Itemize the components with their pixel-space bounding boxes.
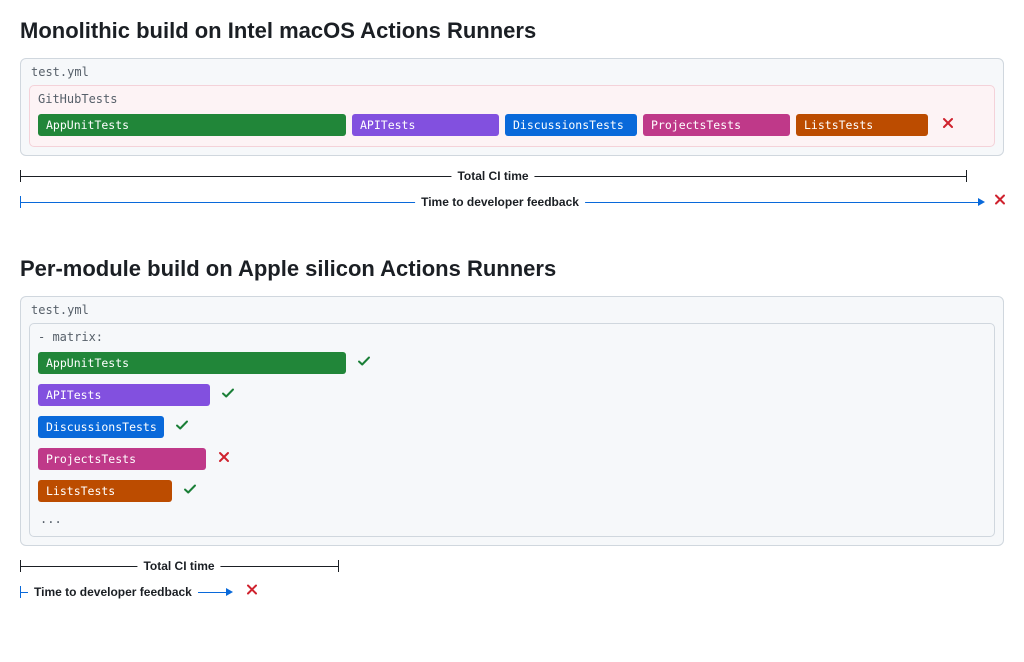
x-icon [940, 115, 956, 131]
workflow-job-container: GitHubTests AppUnitTests APITests Discussi… [29, 85, 995, 147]
timeline-group: Total CI time Time to developer feedback [20, 168, 1004, 210]
feedback-label: Time to developer feedback [28, 585, 198, 599]
check-icon [174, 417, 190, 433]
matrix-row-appunittests: AppUnitTests [38, 352, 986, 374]
workflow-job-container: - matrix: AppUnitTests APITests Discussion… [29, 323, 995, 537]
test-bar-label: ListsTests [804, 118, 873, 132]
workflow-card: test.yml - matrix: AppUnitTests APITests D… [20, 296, 1004, 546]
matrix-row-projectstests: ProjectsTests [38, 448, 986, 470]
x-icon [216, 449, 232, 465]
test-bar-appunittests: AppUnitTests [38, 114, 346, 136]
check-icon [220, 385, 236, 401]
test-bar-label: DiscussionsTests [46, 420, 157, 434]
x-icon [992, 192, 1008, 208]
matrix-row-apitests: APITests [38, 384, 986, 406]
feedback-time-bar: Time to developer feedback [20, 584, 258, 600]
timeline-group: Total CI time Time to developer feedback [20, 558, 1004, 600]
monolithic-section: Monolithic build on Intel macOS Actions … [20, 18, 1004, 210]
total-ci-label: Total CI time [137, 559, 220, 573]
test-bar-apitests: APITests [38, 384, 210, 406]
test-bar-label: AppUnitTests [46, 356, 129, 370]
permodule-section: Per-module build on Apple silicon Action… [20, 256, 1004, 600]
total-ci-time-bar: Total CI time [20, 168, 966, 184]
test-bar-liststests: ListsTests [38, 480, 172, 502]
test-bar-projectstests: ProjectsTests [38, 448, 206, 470]
section-title: Monolithic build on Intel macOS Actions … [20, 18, 1004, 44]
job-name: - matrix: [38, 330, 986, 344]
x-icon [992, 192, 1008, 213]
feedback-label: Time to developer feedback [415, 195, 585, 209]
test-bar-label: ProjectsTests [46, 452, 136, 466]
total-ci-label: Total CI time [451, 169, 534, 183]
check-icon [356, 353, 372, 369]
workflow-card: test.yml GitHubTests AppUnitTests APITest… [20, 58, 1004, 156]
matrix-row-discussionstests: DiscussionsTests [38, 416, 986, 438]
test-bar-projectstests: ProjectsTests [643, 114, 790, 136]
matrix-row-liststests: ListsTests [38, 480, 986, 502]
matrix-tests-column: AppUnitTests APITests DiscussionsTests Proj… [38, 352, 986, 526]
workflow-filename: test.yml [21, 59, 1003, 85]
sequential-tests-row: AppUnitTests APITests DiscussionsTests Proj… [38, 114, 986, 136]
check-icon [182, 481, 198, 497]
test-bar-label: AppUnitTests [46, 118, 129, 132]
test-bar-label: APITests [46, 388, 101, 402]
x-icon [244, 582, 260, 603]
test-bar-discussionstests: DiscussionsTests [505, 114, 637, 136]
test-bar-label: DiscussionsTests [513, 118, 624, 132]
ellipsis: ... [38, 512, 986, 526]
workflow-filename: test.yml [21, 297, 1003, 323]
total-ci-time-bar: Total CI time [20, 558, 338, 574]
test-bar-label: ListsTests [46, 484, 115, 498]
test-bar-appunittests: AppUnitTests [38, 352, 346, 374]
test-bar-discussionstests: DiscussionsTests [38, 416, 164, 438]
test-bar-apitests: APITests [352, 114, 499, 136]
test-bar-label: ProjectsTests [651, 118, 741, 132]
test-bar-liststests: ListsTests [796, 114, 928, 136]
x-icon [244, 582, 260, 598]
test-bar-label: APITests [360, 118, 415, 132]
feedback-time-bar: Time to developer feedback [20, 194, 1004, 210]
section-title: Per-module build on Apple silicon Action… [20, 256, 1004, 282]
job-name: GitHubTests [38, 92, 986, 106]
